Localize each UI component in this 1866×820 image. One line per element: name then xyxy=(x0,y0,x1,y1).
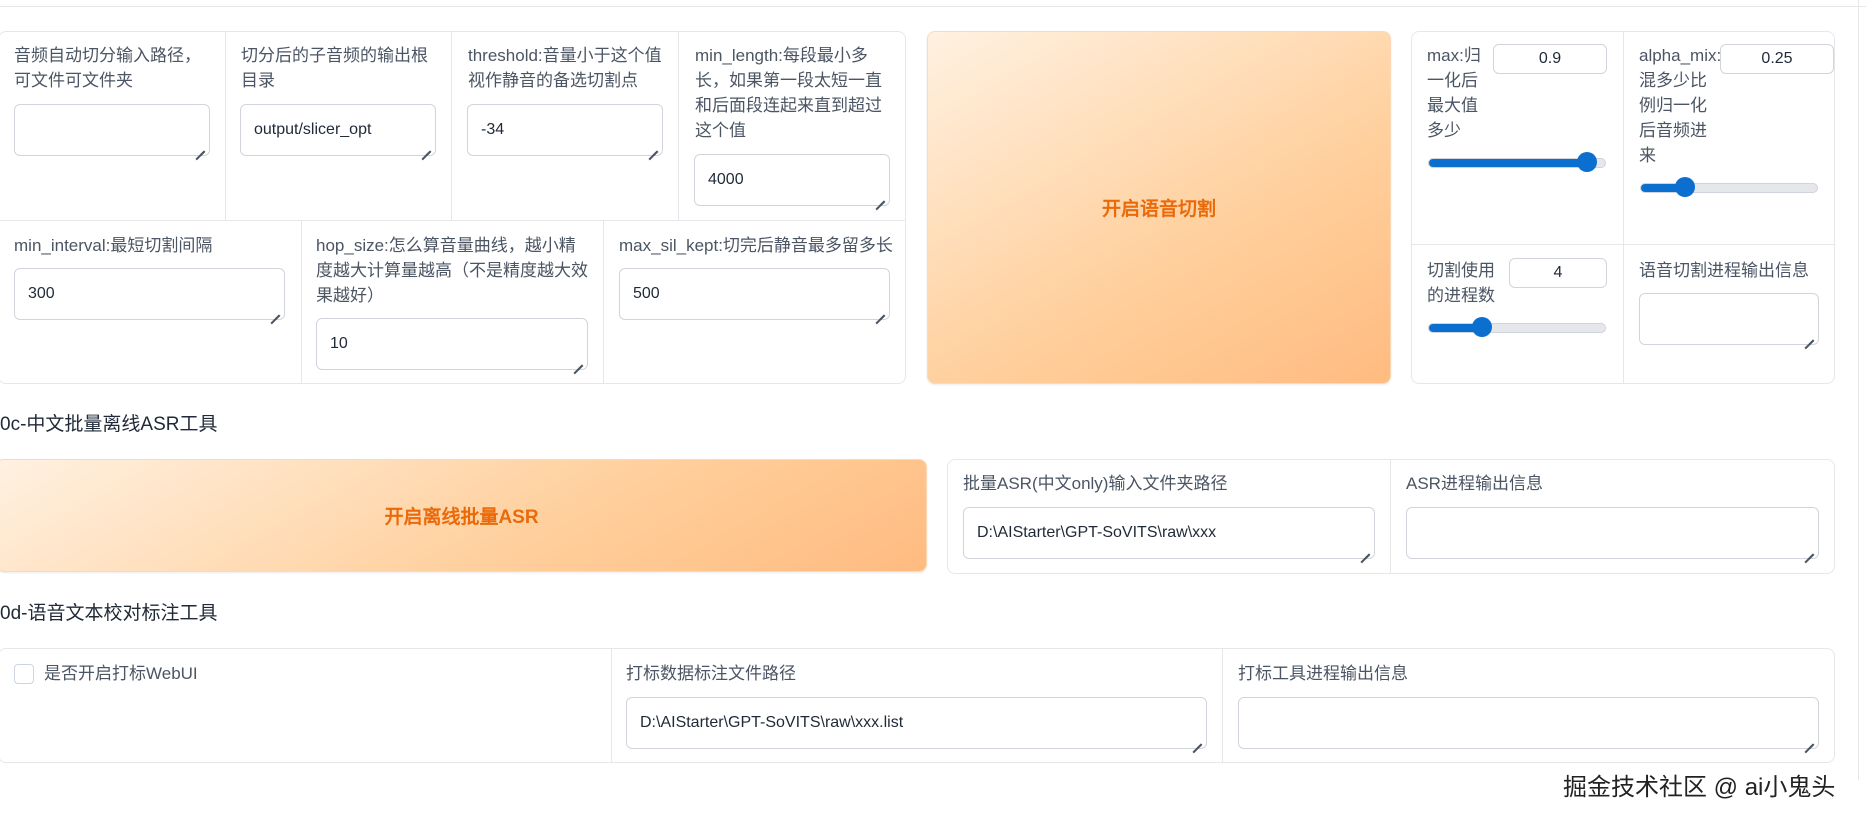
max-number-input[interactable]: 0.9 xyxy=(1493,44,1607,74)
resize-handle-icon[interactable] xyxy=(1361,545,1370,554)
min-length-value: 4000 xyxy=(708,171,744,188)
right-divider xyxy=(1858,0,1859,780)
min-interval-label: min_interval:最短切割间隔 xyxy=(14,236,213,255)
divider xyxy=(225,32,226,220)
hop-size-value: 10 xyxy=(330,335,348,352)
start-asr-button[interactable]: 开启离线批量ASR xyxy=(0,459,927,572)
asr-section-title: 0c-中文批量离线ASR工具 xyxy=(0,414,218,435)
hop-size-field[interactable]: 10 xyxy=(316,318,588,370)
slicer-input-path-label: 音频自动切分输入路径，可文件可文件夹 xyxy=(14,46,201,90)
hop-size-label: hop_size:怎么算音量曲线，越小精度越大计算量越高（不是精度越大效果越好） xyxy=(316,236,588,305)
divider xyxy=(611,649,612,762)
asr-output-info-label: ASR进程输出信息 xyxy=(1406,474,1543,493)
asr-input-dir-value: D:\AIStarter\GPT-SoVITS\raw\xxx xyxy=(977,524,1217,541)
asr-input-dir-field[interactable]: D:\AIStarter\GPT-SoVITS\raw\xxx xyxy=(963,507,1375,559)
list-path-value: D:\AIStarter\GPT-SoVITS\raw\xxx.list xyxy=(640,714,904,731)
alpha-mix-slider[interactable] xyxy=(1640,177,1818,197)
min-length-field[interactable]: 4000 xyxy=(694,154,890,206)
asr-output-info-field[interactable] xyxy=(1406,507,1819,559)
threshold-label: threshold:音量小于这个值视作静音的备选切割点 xyxy=(468,46,662,90)
slicer-output-dir-field[interactable]: output/slicer_opt xyxy=(240,104,436,156)
divider xyxy=(0,220,905,221)
max-sil-kept-label: max_sil_kept:切完后静音最多留多长 xyxy=(619,236,893,255)
max-sil-kept-field[interactable]: 500 xyxy=(619,268,890,320)
min-length-label: min_length:每段最小多长，如果第一段太短一直和后面段连起来直到超过这个… xyxy=(695,46,882,140)
slicer-output-info-field[interactable] xyxy=(1639,293,1819,345)
divider xyxy=(1623,32,1624,383)
watermark: 掘金技术社区 @ ai小鬼头 xyxy=(1563,774,1836,801)
resize-handle-icon[interactable] xyxy=(1805,735,1814,744)
alpha-mix-label: alpha_mix:混多少比例归一化后音频进来 xyxy=(1639,46,1722,165)
max-sil-kept-value: 500 xyxy=(633,285,660,302)
resize-handle-icon[interactable] xyxy=(271,306,280,315)
alpha-mix-number-input[interactable]: 0.25 xyxy=(1720,44,1834,74)
n-process-number-input[interactable]: 4 xyxy=(1509,258,1607,288)
divider xyxy=(678,32,679,220)
max-slider[interactable] xyxy=(1428,152,1606,172)
min-interval-field[interactable]: 300 xyxy=(14,268,285,320)
min-interval-value: 300 xyxy=(28,285,55,302)
resize-handle-icon[interactable] xyxy=(1805,545,1814,554)
threshold-field[interactable]: -34 xyxy=(467,104,663,156)
label-section-title: 0d-语音文本校对标注工具 xyxy=(0,603,218,624)
resize-handle-icon[interactable] xyxy=(1805,331,1814,340)
slicer-input-path-field[interactable] xyxy=(14,104,210,156)
asr-input-dir-label: 批量ASR(中文only)输入文件夹路径 xyxy=(963,474,1228,493)
divider xyxy=(301,220,302,383)
n-process-slider-thumb[interactable] xyxy=(1471,317,1492,337)
resize-handle-icon[interactable] xyxy=(422,142,431,151)
resize-handle-icon[interactable] xyxy=(1193,735,1202,744)
slicer-output-dir-label: 切分后的子音频的输出根目录 xyxy=(241,46,428,90)
list-path-field[interactable]: D:\AIStarter\GPT-SoVITS\raw\xxx.list xyxy=(626,697,1207,749)
label-output-info-field[interactable] xyxy=(1238,697,1819,749)
top-divider xyxy=(0,0,1866,7)
divider xyxy=(451,32,452,220)
threshold-value: -34 xyxy=(481,121,505,138)
resize-handle-icon[interactable] xyxy=(876,192,885,201)
webui-checkbox-label[interactable]: 是否开启打标WebUI xyxy=(44,661,444,686)
divider xyxy=(603,220,604,383)
resize-handle-icon[interactable] xyxy=(574,356,583,365)
slicer-output-info-label: 语音切割进程输出信息 xyxy=(1639,261,1809,280)
n-process-slider[interactable] xyxy=(1428,317,1606,337)
resize-handle-icon[interactable] xyxy=(196,142,205,151)
resize-handle-icon[interactable] xyxy=(649,142,658,151)
slicer-output-dir-value: output/slicer_opt xyxy=(254,121,372,138)
webui-checkbox[interactable] xyxy=(14,664,34,684)
label-output-info-label: 打标工具进程输出信息 xyxy=(1238,664,1408,683)
max-label: max:归一化后最大值多少 xyxy=(1427,46,1481,140)
divider xyxy=(1222,649,1223,762)
list-path-label: 打标数据标注文件路径 xyxy=(626,664,796,683)
divider xyxy=(1412,244,1834,245)
n-process-label: 切割使用的进程数 xyxy=(1427,261,1495,305)
divider xyxy=(1390,460,1391,573)
alpha-mix-slider-thumb[interactable] xyxy=(1675,177,1695,197)
resize-handle-icon[interactable] xyxy=(876,306,885,315)
max-slider-fill xyxy=(1429,159,1588,167)
start-slicing-button[interactable]: 开启语音切割 xyxy=(927,31,1391,384)
